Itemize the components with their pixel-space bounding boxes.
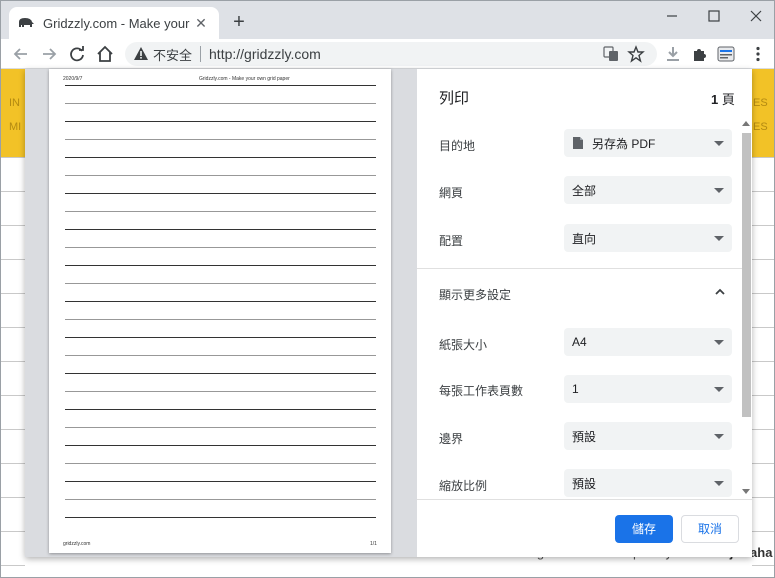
bookmark-star-icon[interactable] — [627, 45, 645, 63]
preview-date: 2020/9/7 — [63, 76, 83, 82]
ruler-left: IN MI — [1, 69, 25, 157]
elephant-icon — [19, 18, 34, 27]
pages-per-sheet-select[interactable]: 1 — [564, 375, 732, 403]
ruler-left-text: MI — [9, 121, 22, 133]
chevron-down-icon — [714, 141, 724, 146]
settings-divider — [417, 268, 742, 269]
preview-title: Gridzzly.com - Make your own grid paper — [199, 76, 290, 82]
tab-close-icon[interactable]: ✕ — [193, 15, 209, 31]
print-preview-pane: 2020/9/7 Gridzzly.com - Make your own gr… — [25, 69, 417, 557]
chevron-up-icon[interactable] — [713, 285, 727, 299]
omnibox-separator — [200, 46, 202, 62]
ruled-lines — [65, 85, 376, 518]
ruler-right: ES ES — [752, 69, 774, 157]
paper-size-value: A4 — [572, 335, 587, 349]
margins-select[interactable]: 預設 — [564, 422, 732, 450]
close-window-icon[interactable] — [741, 5, 771, 27]
scroll-down-arrow-icon[interactable] — [742, 489, 750, 494]
page-count-unit: 頁 — [718, 92, 735, 107]
chevron-down-icon — [714, 387, 724, 392]
ruler-right-text: ES — [753, 97, 768, 109]
scale-label: 縮放比例 — [439, 479, 488, 493]
kebab-menu-icon[interactable] — [749, 45, 767, 63]
browser-window: Gridzzly.com - Make your own grid paper … — [0, 0, 775, 578]
destination-value: 另存為 PDF — [592, 136, 656, 151]
warning-icon[interactable] — [133, 46, 149, 62]
preview-page: 2020/9/7 Gridzzly.com - Make your own gr… — [49, 69, 391, 553]
dialog-button-bar: 儲存 取消 — [417, 499, 752, 557]
document-icon — [573, 137, 583, 149]
paper-size-label: 紙張大小 — [439, 338, 488, 352]
back-arrow-icon[interactable] — [9, 42, 33, 66]
ruler-right-text: ES — [753, 121, 768, 133]
security-label[interactable]: 不安全 — [153, 45, 192, 64]
browser-toolbar: 不安全 http://gridzzly.com — [1, 39, 774, 69]
print-dialog: 2020/9/7 Gridzzly.com - Make your own gr… — [25, 69, 752, 557]
preview-site: gridzzly.com — [63, 541, 91, 547]
tab-strip: Gridzzly.com - Make your own grid paper … — [1, 1, 774, 39]
translate-icon[interactable] — [603, 46, 619, 62]
chevron-down-icon — [714, 188, 724, 193]
pages-label: 網頁 — [439, 186, 464, 200]
settings-scrollbar[interactable] — [740, 119, 752, 499]
grid-background-right — [752, 157, 774, 577]
url-text[interactable]: http://gridzzly.com — [209, 46, 321, 62]
preview-page-number: 1/1 — [370, 541, 377, 547]
layout-value: 直向 — [572, 231, 597, 246]
more-settings-toggle[interactable]: 顯示更多設定 — [439, 286, 511, 303]
pages-select[interactable]: 全部 — [564, 176, 732, 204]
scale-value: 預設 — [572, 476, 597, 491]
minimize-icon[interactable] — [657, 5, 687, 27]
reader-extension-icon[interactable] — [717, 45, 735, 63]
address-bar[interactable]: 不安全 http://gridzzly.com — [125, 42, 657, 66]
paper-size-select[interactable]: A4 — [564, 328, 732, 356]
page-count: 1 頁 — [711, 89, 735, 108]
scroll-up-arrow-icon[interactable] — [742, 121, 750, 126]
scale-select[interactable]: 預設 — [564, 469, 732, 497]
destination-label: 目的地 — [439, 139, 476, 153]
reload-icon[interactable] — [65, 42, 89, 66]
pages-per-sheet-value: 1 — [572, 382, 579, 396]
chevron-down-icon — [714, 236, 724, 241]
layout-label: 配置 — [439, 234, 464, 248]
pages-per-sheet-label: 每張工作表頁數 — [439, 384, 524, 398]
ruler-left-text: IN — [9, 97, 20, 109]
layout-select[interactable]: 直向 — [564, 224, 732, 252]
grid-background-left — [1, 157, 25, 577]
pages-value: 全部 — [572, 183, 597, 198]
cancel-button[interactable]: 取消 — [681, 515, 739, 543]
chevron-down-icon — [714, 340, 724, 345]
home-icon[interactable] — [93, 42, 117, 66]
download-icon[interactable] — [664, 45, 682, 63]
chevron-down-icon — [714, 481, 724, 486]
maximize-icon[interactable] — [699, 5, 729, 27]
tab-title: Gridzzly.com - Make your own grid paper — [43, 15, 193, 31]
margins-label: 邊界 — [439, 432, 464, 446]
print-settings-pane: 列印 1 頁 目的地 另存為 PDF 網頁 全部 配置 直向 顯示更多設定 紙張… — [417, 69, 752, 557]
scrollbar-thumb[interactable] — [742, 133, 751, 417]
forward-arrow-icon[interactable] — [37, 42, 61, 66]
tab-gridzzly[interactable]: Gridzzly.com - Make your own grid paper … — [9, 7, 219, 39]
new-tab-button[interactable]: + — [227, 11, 251, 35]
chevron-down-icon — [714, 434, 724, 439]
destination-select[interactable]: 另存為 PDF — [564, 129, 732, 157]
extensions-puzzle-icon[interactable] — [691, 45, 709, 63]
save-button[interactable]: 儲存 — [615, 515, 673, 543]
margins-value: 預設 — [572, 429, 597, 444]
print-title: 列印 — [439, 90, 470, 107]
